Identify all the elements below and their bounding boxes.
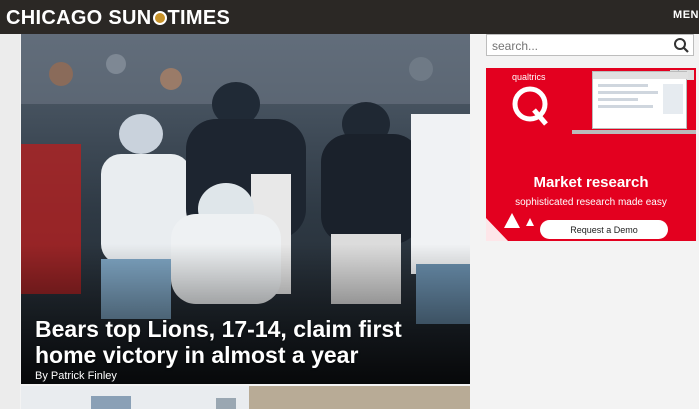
menu-button[interactable]: MEN	[673, 9, 699, 21]
ad-subline: sophisticated research made easy	[515, 197, 667, 208]
hero-story[interactable]: Bears top Lions, 17-14, claim first home…	[21, 34, 470, 384]
search-box[interactable]	[486, 34, 694, 56]
logo-text-left: CHICAGO SUN	[6, 7, 152, 29]
request-demo-button[interactable]: Request a Demo	[540, 220, 668, 239]
hero-byline[interactable]: By Patrick Finley	[35, 370, 117, 382]
secondary-photo-1	[91, 396, 236, 409]
hero-headline[interactable]: Bears top Lions, 17-14, claim first home…	[35, 316, 455, 368]
search-icon[interactable]	[673, 37, 690, 54]
site-header: CHICAGO SUN TIMES MEN	[0, 0, 699, 34]
advertisement[interactable]: i ▷ qualtrics Market research sophistica…	[486, 68, 696, 241]
secondary-story-thumb-2[interactable]	[249, 386, 470, 409]
ad-headline: Market research	[533, 174, 649, 191]
site-logo[interactable]: CHICAGO SUN TIMES	[6, 6, 230, 30]
logo-sun-icon	[152, 11, 167, 25]
ad-decor	[486, 130, 696, 241]
left-gutter	[0, 34, 20, 409]
sidebar: i ▷ qualtrics Market research sophistica…	[470, 34, 699, 409]
logo-text-right: TIMES	[167, 7, 231, 29]
secondary-story-thumb-1[interactable]	[21, 386, 249, 409]
search-input[interactable]	[490, 37, 674, 55]
